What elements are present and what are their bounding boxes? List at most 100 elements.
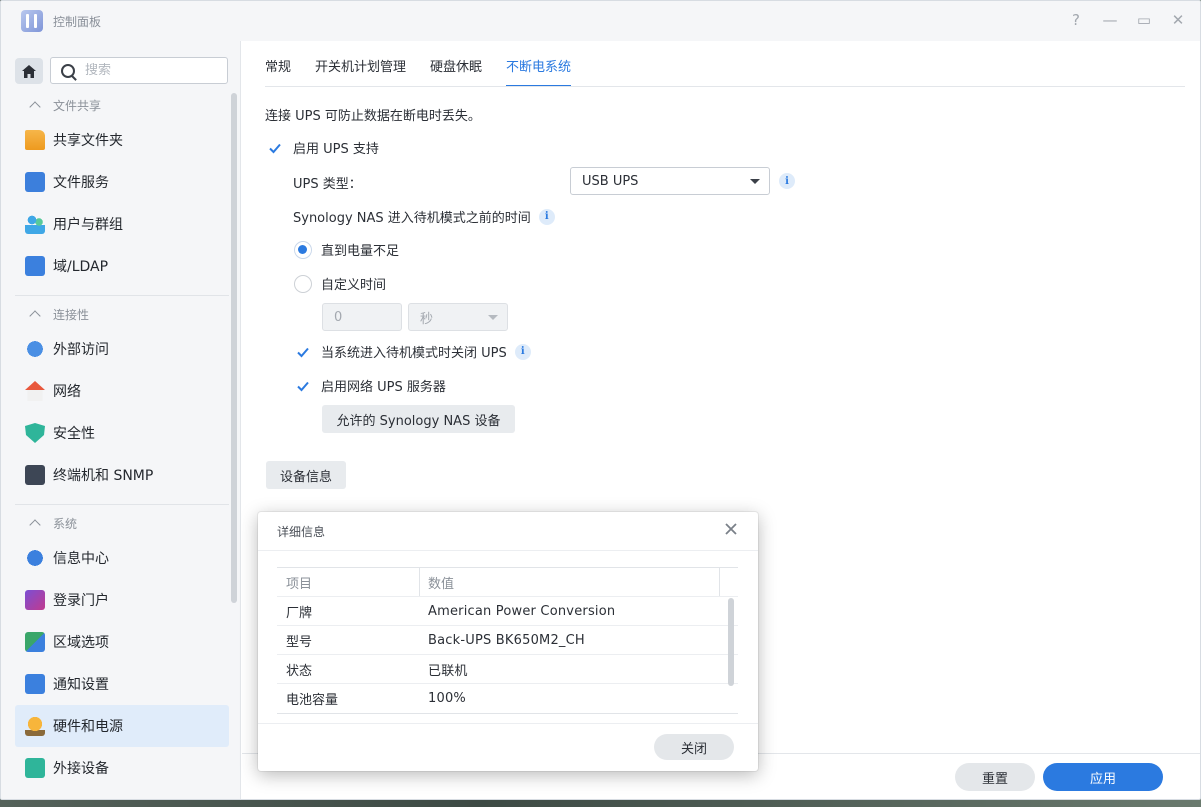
- ups-type-label-text: UPS 类型：: [293, 177, 362, 192]
- search-box[interactable]: [50, 57, 228, 84]
- row-item: 状态: [286, 663, 313, 679]
- minimize-icon[interactable]: —: [1102, 11, 1118, 29]
- tab-power-schedule[interactable]: 开关机计划管理: [315, 60, 406, 87]
- users-icon: [25, 214, 45, 234]
- section-file-sharing[interactable]: 文件共享: [15, 91, 229, 119]
- tab-general[interactable]: 常规: [265, 60, 291, 87]
- allowed-nas-devices-button[interactable]: 允许的 Synology NAS 设备: [322, 405, 515, 433]
- sidebar-item-users[interactable]: 用户与群组: [15, 203, 229, 245]
- description-text: 连接 UPS 可防止数据在断电时丢失。: [265, 109, 481, 124]
- network-icon: [25, 381, 45, 401]
- sidebar-item-security[interactable]: 安全性: [15, 412, 229, 454]
- shutdown-ups-row: 当系统进入待机模式时关闭 UPS i: [294, 342, 531, 361]
- sidebar-item-network[interactable]: 网络: [15, 370, 229, 412]
- bulb-icon: [25, 716, 45, 736]
- sidebar-item-label: 共享文件夹: [53, 133, 123, 149]
- ups-description: 连接 UPS 可防止数据在断电时丢失。: [265, 105, 481, 124]
- section-label: 系统: [53, 516, 78, 531]
- until-low-battery-radio[interactable]: [294, 240, 312, 259]
- divider: [15, 295, 229, 296]
- enable-ups-checkbox[interactable]: [266, 139, 284, 157]
- network-ups-row: 启用网络 UPS 服务器: [294, 376, 446, 395]
- table-scrollbar[interactable]: [728, 598, 734, 686]
- sidebar-item-regional-options[interactable]: 区域选项: [15, 621, 229, 663]
- custom-time-value: 0: [334, 309, 343, 325]
- table-row: 电池容量 100%: [277, 684, 738, 713]
- row-value: American Power Conversion: [428, 603, 616, 619]
- sidebar-item-label: 终端机和 SNMP: [53, 468, 154, 484]
- sidebar-item-label: 域/LDAP: [53, 259, 109, 275]
- search-input[interactable]: [85, 63, 215, 78]
- radio-until-low-row: 直到电量不足: [294, 240, 399, 259]
- section-label: 文件共享: [53, 98, 102, 113]
- maximize-icon[interactable]: ▭: [1136, 11, 1152, 29]
- close-icon[interactable]: [724, 522, 738, 536]
- apply-button[interactable]: 应用: [1043, 763, 1163, 791]
- ups-type-select[interactable]: USB UPS: [570, 167, 770, 195]
- row-item: 型号: [286, 634, 313, 650]
- external-device-icon: [25, 758, 45, 778]
- enable-ups-row: 启用 UPS 支持: [266, 138, 379, 157]
- row-value: 100%: [428, 691, 466, 706]
- tab-hdd-hibernation[interactable]: 硬盘休眠: [430, 60, 482, 87]
- row-item: 厂牌: [286, 605, 313, 621]
- sidebar-item-label: 用户与群组: [53, 217, 123, 233]
- help-icon[interactable]: ?: [1068, 11, 1084, 29]
- search-icon: [61, 63, 75, 78]
- network-ups-checkbox[interactable]: [294, 377, 312, 395]
- chevron-up-icon: [29, 519, 41, 531]
- dialog-close-button[interactable]: 关闭: [654, 734, 734, 760]
- reset-button[interactable]: 重置: [955, 763, 1035, 791]
- custom-time-radio[interactable]: [294, 274, 312, 293]
- terminal-icon: [25, 465, 45, 485]
- sidebar-item-info-center[interactable]: 信息中心: [15, 537, 229, 579]
- device-info-button[interactable]: 设备信息: [266, 461, 346, 489]
- column-header-value[interactable]: 数值: [420, 568, 720, 596]
- chevron-up-icon: [29, 101, 41, 113]
- row-value: 已联机: [428, 663, 468, 679]
- sidebar-item-notification[interactable]: 通知设置: [15, 663, 229, 705]
- sidebar-scrollbar[interactable]: [231, 93, 237, 603]
- info-icon[interactable]: i: [538, 208, 555, 225]
- caret-down-icon: [488, 315, 498, 320]
- home-icon: [22, 64, 36, 78]
- tab-ups[interactable]: 不断电系统: [506, 60, 572, 87]
- table-row: 型号 Back-UPS BK650M2_CH: [277, 626, 738, 655]
- dialog-header-divider: [258, 550, 758, 551]
- sidebar-item-external-devices[interactable]: 外接设备: [15, 747, 229, 789]
- info-icon[interactable]: i: [779, 173, 795, 189]
- sidebar-item-label: 文件服务: [53, 175, 109, 191]
- section-system[interactable]: 系统: [15, 509, 229, 537]
- sidebar-item-label: 信息中心: [53, 551, 109, 567]
- row-value: Back-UPS BK650M2_CH: [428, 632, 585, 648]
- info-center-icon: [25, 548, 45, 568]
- sidebar: 文件共享 共享文件夹 文件服务 用户与群组 域/LDAP 连接性: [1, 41, 241, 799]
- close-icon[interactable]: ✕: [1170, 11, 1186, 29]
- info-icon[interactable]: i: [514, 343, 531, 360]
- caret-down-icon: [750, 179, 760, 184]
- title-bar: 控制面板 ? — ▭ ✕: [1, 1, 1200, 41]
- sidebar-item-label: 区域选项: [53, 635, 109, 651]
- tab-divider: [265, 86, 1185, 87]
- section-connectivity[interactable]: 连接性: [15, 300, 229, 328]
- sidebar-item-ldap[interactable]: 域/LDAP: [15, 245, 229, 287]
- sidebar-item-shared-folder[interactable]: 共享文件夹: [15, 119, 229, 161]
- home-button[interactable]: [15, 58, 43, 84]
- chevron-up-icon: [29, 310, 41, 322]
- sidebar-item-file-services[interactable]: 文件服务: [15, 161, 229, 203]
- sidebar-item-login-portal[interactable]: 登录门户: [15, 579, 229, 621]
- sidebar-item-external-access[interactable]: 外部访问: [15, 328, 229, 370]
- radio-custom-row: 自定义时间: [294, 274, 386, 293]
- shutdown-ups-checkbox[interactable]: [294, 343, 312, 361]
- ups-type-value: USB UPS: [582, 173, 639, 189]
- sidebar-item-hardware-power[interactable]: 硬件和电源: [15, 705, 229, 747]
- sidebar-item-label: 安全性: [53, 426, 95, 442]
- sidebar-item-label: 外接设备: [53, 761, 109, 777]
- sidebar-nav: 文件共享 共享文件夹 文件服务 用户与群组 域/LDAP 连接性 外部访问 网络…: [15, 91, 229, 789]
- time-unit-select[interactable]: 秒: [408, 303, 508, 331]
- enable-ups-label: 启用 UPS 支持: [293, 142, 379, 157]
- region-icon: [25, 632, 45, 652]
- custom-time-input[interactable]: 0: [322, 303, 402, 331]
- sidebar-item-terminal[interactable]: 终端机和 SNMP: [15, 454, 229, 496]
- column-header-item[interactable]: 项目: [277, 568, 420, 596]
